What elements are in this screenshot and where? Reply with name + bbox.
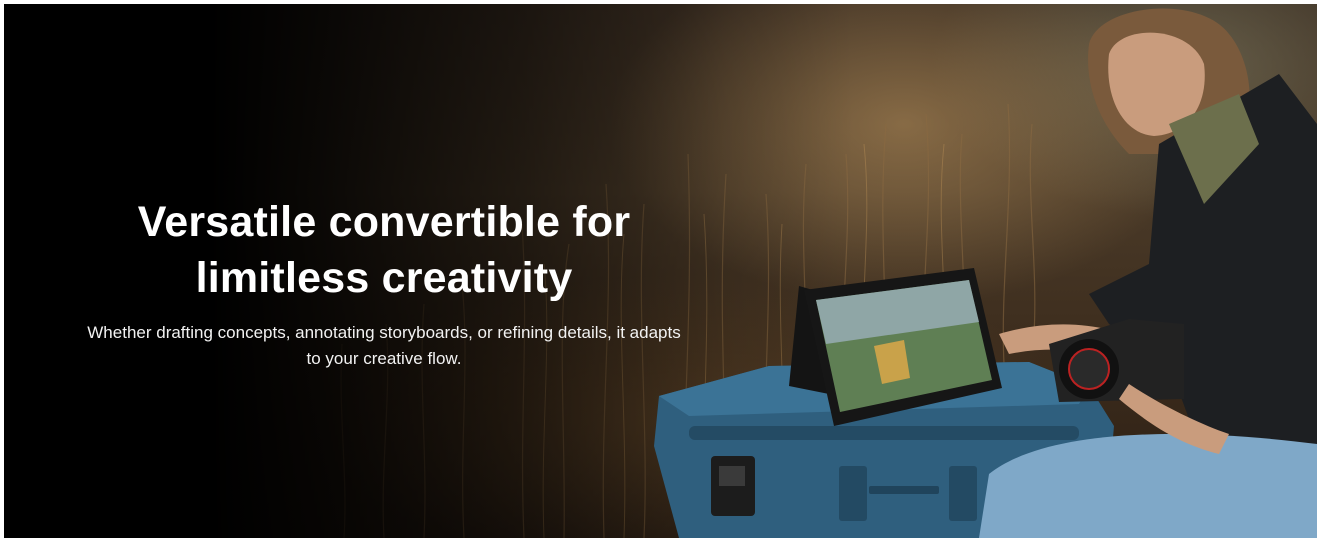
hero-subcopy-line-1: Whether drafting concepts, annotating st… [87,323,681,342]
hero-headline-line-2: limitless creativity [195,254,573,302]
hero-headline-line-1: Versatile convertible for [137,198,631,246]
hero-copy: Versatile convertible for limitless crea… [4,194,764,372]
hero-banner: Versatile convertible for limitless crea… [4,4,1317,538]
hero-headline: Versatile convertible for limitless crea… [4,194,764,306]
convertible-laptop-illustration [789,268,1002,426]
creator-with-camera-illustration [979,8,1317,538]
hero-subcopy: Whether drafting concepts, annotating st… [4,320,764,372]
hero-subcopy-line-2: to your creative flow. [306,349,462,368]
